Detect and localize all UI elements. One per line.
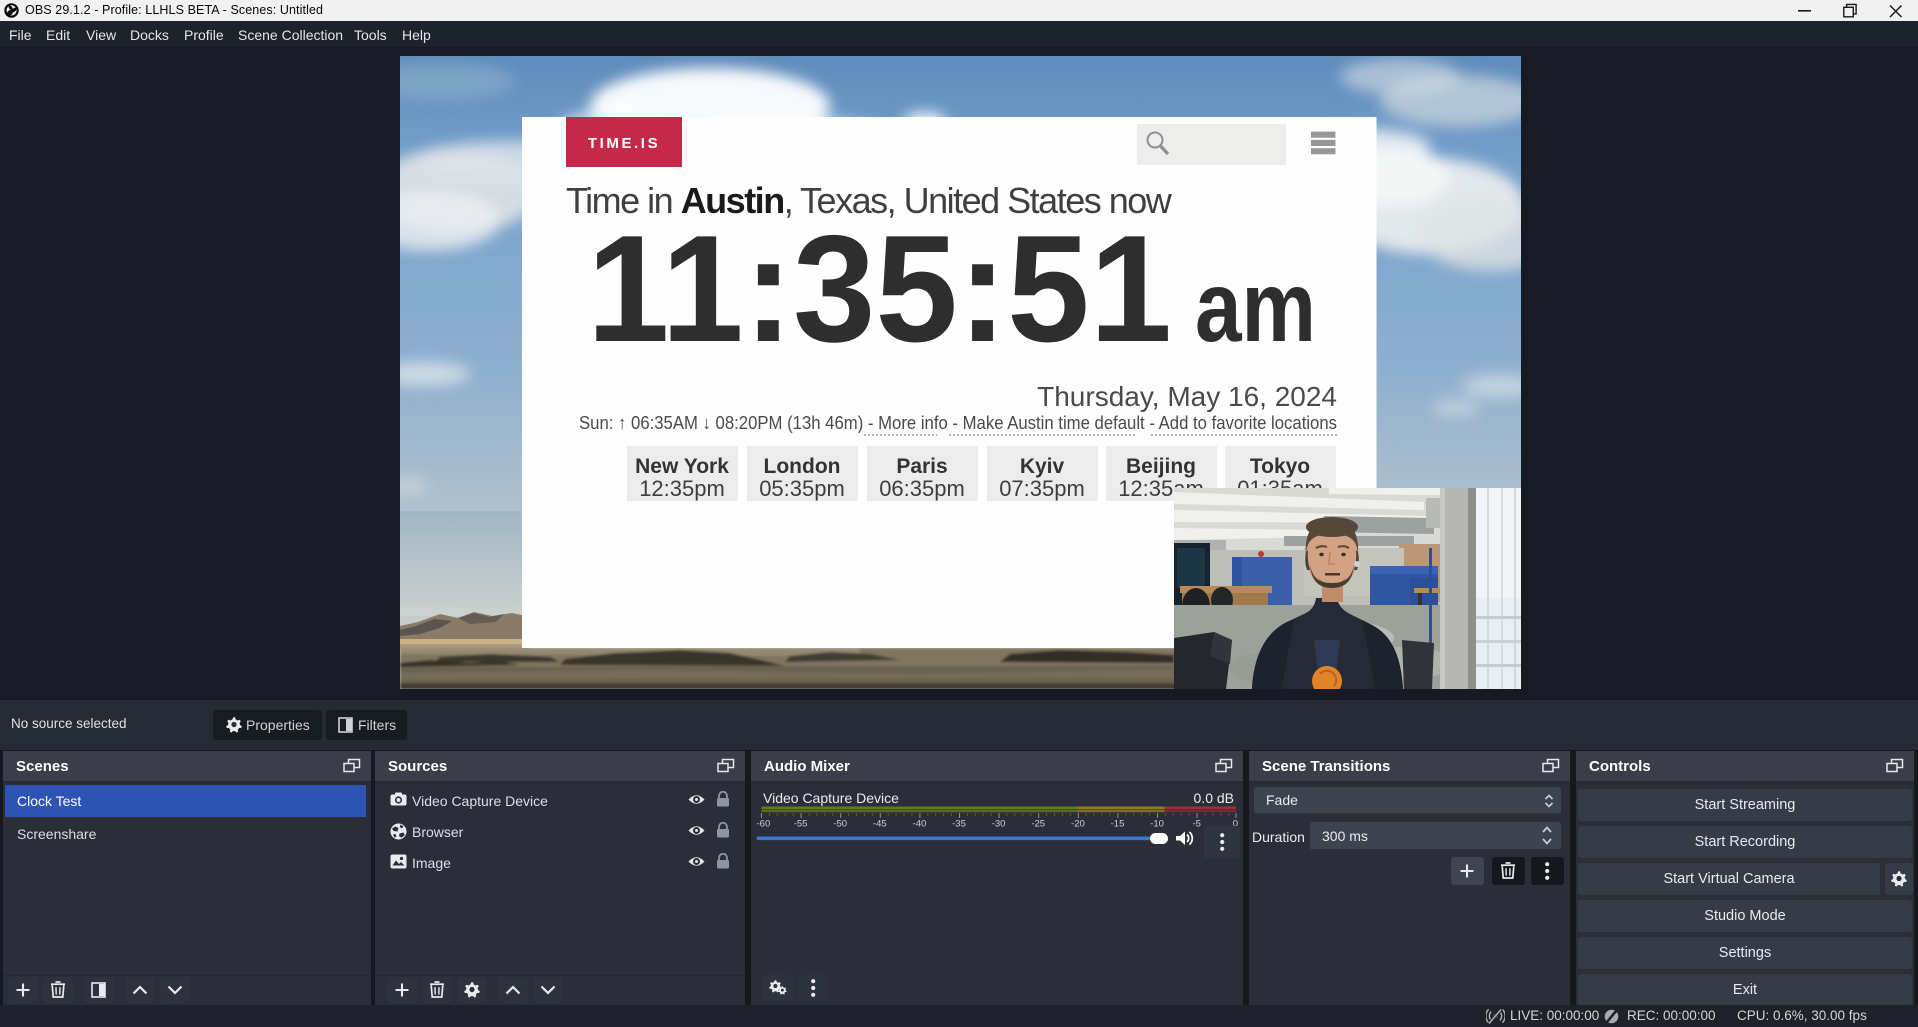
svg-text:12:35pm: 12:35pm bbox=[639, 476, 725, 501]
svg-text:06:35pm: 06:35pm bbox=[879, 476, 965, 501]
svg-text:-30: -30 bbox=[992, 819, 1006, 830]
svg-text:-10: -10 bbox=[1150, 819, 1164, 830]
svg-text:Kyiv: Kyiv bbox=[1020, 455, 1065, 478]
svg-text:London: London bbox=[764, 455, 841, 478]
svg-text:-40: -40 bbox=[913, 819, 927, 830]
svg-text:07:35pm: 07:35pm bbox=[999, 476, 1085, 501]
svg-text:11:35:51: 11:35:51 bbox=[587, 204, 1172, 374]
svg-text:Beijing: Beijing bbox=[1126, 455, 1196, 478]
svg-text:-5: -5 bbox=[1192, 819, 1200, 830]
svg-text:-15: -15 bbox=[1111, 819, 1125, 830]
svg-text:-35: -35 bbox=[952, 819, 966, 830]
svg-text:New York: New York bbox=[635, 455, 729, 478]
svg-text:Thursday, May 16, 2024: Thursday, May 16, 2024 bbox=[1037, 381, 1337, 412]
svg-text:-60: -60 bbox=[757, 819, 771, 830]
svg-text:am: am bbox=[1195, 251, 1316, 363]
svg-text:-55: -55 bbox=[794, 819, 808, 830]
svg-text:Tokyo: Tokyo bbox=[1250, 455, 1310, 478]
svg-text:TIME.IS: TIME.IS bbox=[588, 135, 660, 152]
svg-text:-45: -45 bbox=[873, 819, 887, 830]
svg-text:-20: -20 bbox=[1071, 819, 1085, 830]
svg-text:Paris: Paris bbox=[896, 455, 947, 478]
svg-text:-25: -25 bbox=[1031, 819, 1045, 830]
svg-text:05:35pm: 05:35pm bbox=[759, 476, 845, 501]
svg-text:-50: -50 bbox=[833, 819, 847, 830]
svg-text:Sun: ↑ 06:35AM ↓ 08:20PM (13h: Sun: ↑ 06:35AM ↓ 08:20PM (13h 46m) - Mor… bbox=[579, 412, 1337, 433]
